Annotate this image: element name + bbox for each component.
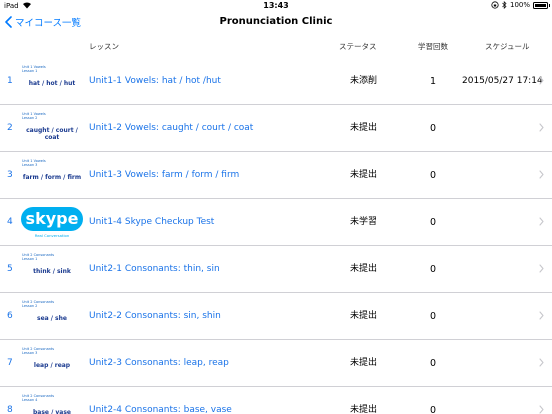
lesson-title[interactable]: Unit1-2 Vowels: caught / court / coat (89, 105, 253, 152)
lesson-status: 未提出 (350, 123, 378, 133)
study-count: 0 (429, 311, 437, 322)
schedule-date: 2015/05/27 17:14 (462, 76, 543, 86)
thumbnail-words: sea / she (37, 315, 67, 322)
navigation-bar: マイコース一覧 Pronunciation Clinic (0, 12, 552, 34)
study-count: 0 (429, 405, 437, 414)
lesson-title[interactable]: Unit2-1 Consonants: thin, sin (89, 246, 220, 293)
thumbnail-caption: Real Conversation (34, 233, 70, 238)
lesson-thumbnail: Unit 1 Vowels Lesson 2 caught / court / … (20, 110, 84, 147)
header-lesson: レッスン (89, 42, 119, 51)
chevron-right-icon (539, 217, 544, 226)
status-bar: iPad 13:43 100% (0, 0, 552, 12)
header-count: 学習回数 (418, 42, 448, 51)
thumbnail-unit-label: Unit 2 Consonants Lesson 4 (22, 394, 55, 402)
row-index: 7 (7, 358, 13, 368)
skype-thumbnail: skype Real Conversation (20, 204, 84, 241)
lesson-status: 未学習 (350, 217, 378, 227)
chevron-right-icon (539, 123, 544, 132)
study-count: 0 (429, 170, 437, 181)
row-index: 2 (7, 123, 13, 133)
chevron-right-icon (539, 170, 544, 179)
row-index: 8 (7, 405, 13, 414)
lesson-row[interactable]: 1 Unit 1 Vowels Lesson 1 hat / hot / hut… (0, 58, 552, 105)
lesson-status: 未添削 (350, 76, 378, 86)
chevron-right-icon (539, 76, 544, 85)
lesson-thumbnail: Unit 2 Consonants Lesson 2 sea / she (20, 298, 84, 335)
lesson-status: 未提出 (350, 170, 378, 180)
thumbnail-unit-label: Unit 2 Consonants Lesson 2 (22, 300, 55, 308)
lesson-title[interactable]: Unit1-3 Vowels: farm / form / firm (89, 152, 239, 199)
orientation-lock-icon (491, 1, 499, 9)
lesson-title[interactable]: Unit2-3 Consonants: leap, reap (89, 340, 229, 387)
lesson-title[interactable]: Unit1-1 Vowels: hat / hot /hut (89, 58, 221, 105)
battery-icon (533, 1, 550, 9)
lesson-row[interactable]: 2 Unit 1 Vowels Lesson 2 caught / court … (0, 105, 552, 152)
clock: 13:43 (263, 1, 289, 10)
thumbnail-words: base / vase (33, 409, 71, 414)
lesson-row[interactable]: 5 Unit 2 Consonants Lesson 1 think / sin… (0, 246, 552, 293)
lesson-status: 未提出 (350, 264, 378, 274)
study-count: 0 (429, 358, 437, 369)
lesson-title[interactable]: Unit2-2 Consonants: sin, shin (89, 293, 221, 340)
lesson-row[interactable]: 4 skype Real Conversation Unit1-4 Skype … (0, 199, 552, 246)
row-index: 5 (7, 264, 13, 274)
bluetooth-icon (502, 1, 507, 9)
lesson-row[interactable]: 3 Unit 1 Vowels Lesson 3 farm / form / f… (0, 152, 552, 199)
lesson-thumbnail: Unit 2 Consonants Lesson 1 think / sink (20, 251, 84, 288)
thumbnail-unit-label: Unit 1 Vowels Lesson 2 (22, 112, 46, 120)
thumbnail-words: think / sink (33, 268, 71, 275)
battery-percent: 100% (509, 1, 530, 9)
lesson-thumbnail: Unit 1 Vowels Lesson 1 hat / hot / hut (20, 63, 84, 100)
thumbnail-words: caught / court / coat (26, 127, 78, 141)
lesson-title[interactable]: Unit1-4 Skype Checkup Test (89, 199, 214, 246)
header-schedule: スケジュール (485, 42, 530, 51)
lesson-status: 未提出 (350, 358, 378, 368)
chevron-right-icon (539, 358, 544, 367)
thumbnail-unit-label: Unit 2 Consonants Lesson 3 (22, 347, 55, 355)
thumbnail-unit-label: Unit 2 Consonants Lesson 1 (22, 253, 55, 261)
study-count: 0 (429, 123, 437, 134)
lesson-row[interactable]: 6 Unit 2 Consonants Lesson 2 sea / she U… (0, 293, 552, 340)
lesson-status: 未提出 (350, 311, 378, 321)
skype-logo: skype (21, 207, 83, 231)
chevron-right-icon (539, 264, 544, 273)
lesson-status: 未提出 (350, 405, 378, 414)
thumbnail-words: farm / form / firm (22, 174, 82, 181)
chevron-right-icon (539, 405, 544, 414)
lesson-thumbnail: Unit 2 Consonants Lesson 4 base / vase (20, 392, 84, 414)
lesson-thumbnail: Unit 2 Consonants Lesson 3 leap / reap (20, 345, 84, 382)
row-index: 4 (7, 217, 13, 227)
lesson-thumbnail: Unit 1 Vowels Lesson 3 farm / form / fir… (20, 157, 84, 194)
lesson-row[interactable]: 7 Unit 2 Consonants Lesson 3 leap / reap… (0, 340, 552, 387)
thumbnail-unit-label: Unit 1 Vowels Lesson 1 (22, 65, 46, 73)
chevron-right-icon (539, 311, 544, 320)
study-count: 0 (429, 217, 437, 228)
column-headers: レッスン ステータス 学習回数 スケジュール (0, 38, 552, 54)
thumbnail-words: leap / reap (33, 362, 71, 369)
page-title: Pronunciation Clinic (219, 16, 333, 27)
lesson-title[interactable]: Unit2-4 Consonants: base, vase (89, 387, 232, 414)
lesson-row[interactable]: 8 Unit 2 Consonants Lesson 4 base / vase… (0, 387, 552, 414)
row-index: 1 (7, 76, 13, 86)
thumbnail-unit-label: Unit 1 Vowels Lesson 3 (22, 159, 46, 167)
thumbnail-words: hat / hot / hut (28, 80, 76, 87)
header-status: ステータス (339, 42, 377, 51)
study-count: 0 (429, 264, 437, 275)
row-index: 6 (7, 311, 13, 321)
row-index: 3 (7, 170, 13, 180)
study-count: 1 (429, 76, 437, 87)
